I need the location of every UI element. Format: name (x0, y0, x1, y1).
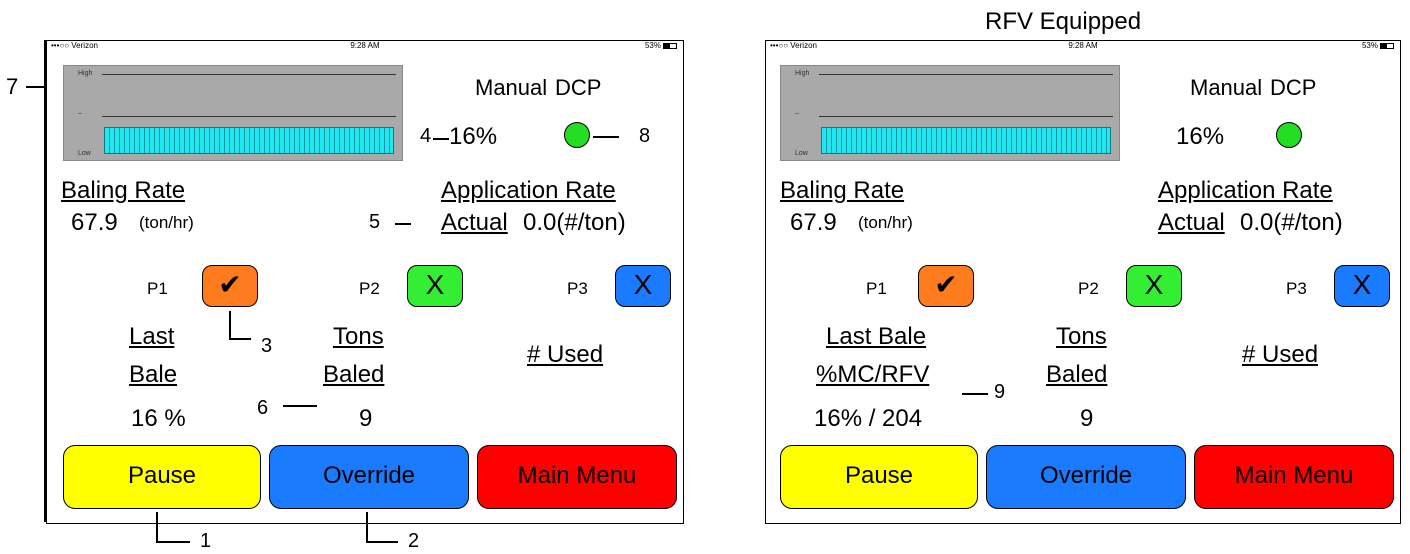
gauge-mid-line (102, 116, 396, 117)
callout-6-line (283, 405, 317, 407)
manual-mode-label: Manual (1190, 75, 1263, 100)
used-label: # Used (527, 341, 604, 368)
gauge-mid-label: – (795, 110, 799, 117)
pump-1-toggle[interactable]: ✔ (202, 265, 258, 307)
manual-mode-label: Manual (475, 75, 548, 100)
battery-icon (1380, 42, 1394, 49)
tons-baled-label-1: Tons (1056, 323, 1107, 350)
baling-rate-value: 67.9 (790, 209, 837, 236)
gauge-high-line (102, 74, 396, 75)
last-bale-value: 16 % (131, 405, 186, 432)
pump-3-toggle[interactable]: X (1334, 265, 1390, 307)
mode-percent: 16% (1176, 123, 1225, 150)
last-bale-mc-rfv-label: %MC/RFV (816, 361, 930, 388)
pump-3-toggle[interactable]: X (615, 265, 671, 307)
callout-7: 7 (6, 74, 19, 99)
rfv-equipped-caption: RFV Equipped (985, 8, 1142, 35)
clock: 9:28 AM (1068, 41, 1098, 50)
gauge-low-label: Low (795, 150, 808, 157)
pump-3-label: P3 (567, 279, 588, 298)
gauge-high-label: High (78, 70, 93, 77)
callout-6: 6 (257, 397, 269, 419)
callout-3-line-h (229, 338, 251, 340)
override-button[interactable]: Override (986, 445, 1186, 509)
main-menu-button[interactable]: Main Menu (477, 445, 677, 509)
actual-label: Actual (1158, 209, 1225, 236)
callout-3-line-v (229, 311, 231, 339)
status-bar: •••○○ Verizon 9:28 AM 53% (47, 41, 683, 51)
status-indicator (564, 122, 590, 148)
callout-4: 4 (420, 125, 432, 147)
pause-button[interactable]: Pause (63, 445, 261, 509)
dcp-label: DCP (1270, 75, 1317, 100)
pump-1-label: P1 (866, 279, 887, 298)
callout-4-line (433, 138, 449, 140)
callout-2-line-v (366, 512, 368, 542)
right-screen: •••○○ Verizon 9:28 AM 53% High – Low Man… (765, 40, 1401, 524)
gauge-mid-label: – (78, 110, 82, 117)
last-bale-label-1: Last Bale (826, 323, 927, 350)
tons-baled-value: 9 (359, 405, 373, 432)
gauge-level-bars (821, 127, 1111, 154)
pump-2-label: P2 (1078, 279, 1099, 298)
left-screen: •••○○ Verizon 9:28 AM 53% High – Low Man… (46, 40, 684, 524)
callout-7-line (26, 86, 44, 88)
callout-8: 8 (639, 125, 651, 147)
pump-3-label: P3 (1286, 279, 1307, 298)
callout-8-line (593, 136, 619, 138)
baling-rate-label: Baling Rate (61, 177, 186, 204)
tons-baled-label-2: Baled (1046, 361, 1108, 388)
gauge-low-label: Low (78, 150, 91, 157)
pump-2-toggle[interactable]: X (1126, 265, 1182, 307)
callout-9-line (962, 393, 988, 395)
battery-status: 53% (645, 41, 677, 51)
override-button[interactable]: Override (269, 445, 469, 509)
callout-5-line (395, 223, 411, 225)
used-label: # Used (1242, 341, 1319, 368)
battery-icon (663, 42, 677, 49)
application-rate-value: 0.0(#/ton) (1240, 209, 1343, 236)
actual-label: Actual (441, 209, 508, 236)
application-rate-label: Application Rate (441, 177, 616, 204)
baling-rate-unit: (ton/hr) (858, 213, 913, 232)
battery-status: 53% (1362, 41, 1394, 51)
last-bale-label-1: Last (129, 323, 175, 350)
last-bale-label-2: Bale (129, 361, 178, 388)
tons-baled-label-1: Tons (333, 323, 384, 350)
gauge-mid-line (819, 116, 1113, 117)
baling-rate-value: 67.9 (71, 209, 118, 236)
callout-1-line-h (156, 541, 190, 543)
callout-2: 2 (408, 530, 420, 552)
level-gauge: High – Low (63, 65, 403, 161)
gauge-high-label: High (795, 70, 810, 77)
last-bale-value: 16% / 204 (814, 405, 923, 432)
pause-button[interactable]: Pause (780, 445, 978, 509)
pump-1-toggle[interactable]: ✔ (918, 265, 974, 307)
gauge-level-bars (104, 127, 394, 154)
callout-5: 5 (369, 211, 381, 233)
status-indicator (1276, 122, 1302, 148)
callout-1: 1 (200, 530, 212, 552)
callout-3: 3 (261, 335, 273, 357)
mode-percent: 16% (449, 123, 498, 150)
dcp-label: DCP (555, 75, 602, 100)
level-gauge: High – Low (780, 65, 1120, 161)
callout-2-line-h (366, 541, 398, 543)
gauge-high-line (819, 74, 1113, 75)
main-menu-button[interactable]: Main Menu (1194, 445, 1394, 509)
pump-2-label: P2 (359, 279, 380, 298)
pump-2-toggle[interactable]: X (407, 265, 463, 307)
tons-baled-label-2: Baled (323, 361, 385, 388)
tons-baled-value: 9 (1080, 405, 1094, 432)
baling-rate-label: Baling Rate (780, 177, 905, 204)
application-rate-value: 0.0(#/ton) (523, 209, 626, 236)
baling-rate-unit: (ton/hr) (139, 213, 194, 232)
status-bar: •••○○ Verizon 9:28 AM 53% (766, 41, 1400, 51)
callout-9: 9 (994, 381, 1006, 403)
clock: 9:28 AM (350, 41, 380, 50)
pump-1-label: P1 (147, 279, 168, 298)
callout-1-line-v (156, 512, 158, 542)
application-rate-label: Application Rate (1158, 177, 1333, 204)
